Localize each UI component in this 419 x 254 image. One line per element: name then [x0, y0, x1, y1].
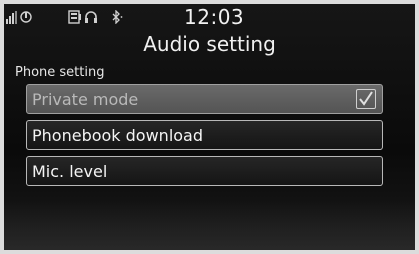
phone-book-icon: [68, 9, 82, 28]
signal-strength-icon: [6, 9, 20, 28]
menu-item-mic-level[interactable]: Mic. level: [26, 156, 383, 186]
display-screen: 12:03 Audio setting Phone setting Privat…: [4, 4, 415, 250]
menu-item-phonebook-download[interactable]: Phonebook download: [26, 120, 383, 150]
headset-icon: [84, 9, 98, 28]
menu-item-label: Private mode: [32, 90, 139, 109]
page-title: Audio setting: [143, 32, 276, 56]
bluetooth-icon: [110, 9, 124, 28]
clock: 12:03: [184, 5, 245, 29]
menu-item-private-mode[interactable]: Private mode: [26, 84, 383, 114]
status-bar: 12:03: [4, 4, 415, 30]
checkmark-icon: [359, 91, 373, 106]
menu-item-label: Phonebook download: [32, 126, 204, 145]
bottom-band: [4, 200, 415, 250]
menu-item-label: Mic. level: [32, 162, 108, 181]
section-label: Phone setting: [15, 65, 105, 80]
private-mode-checkbox[interactable]: [356, 89, 376, 109]
phone-battery-icon: [20, 9, 32, 28]
